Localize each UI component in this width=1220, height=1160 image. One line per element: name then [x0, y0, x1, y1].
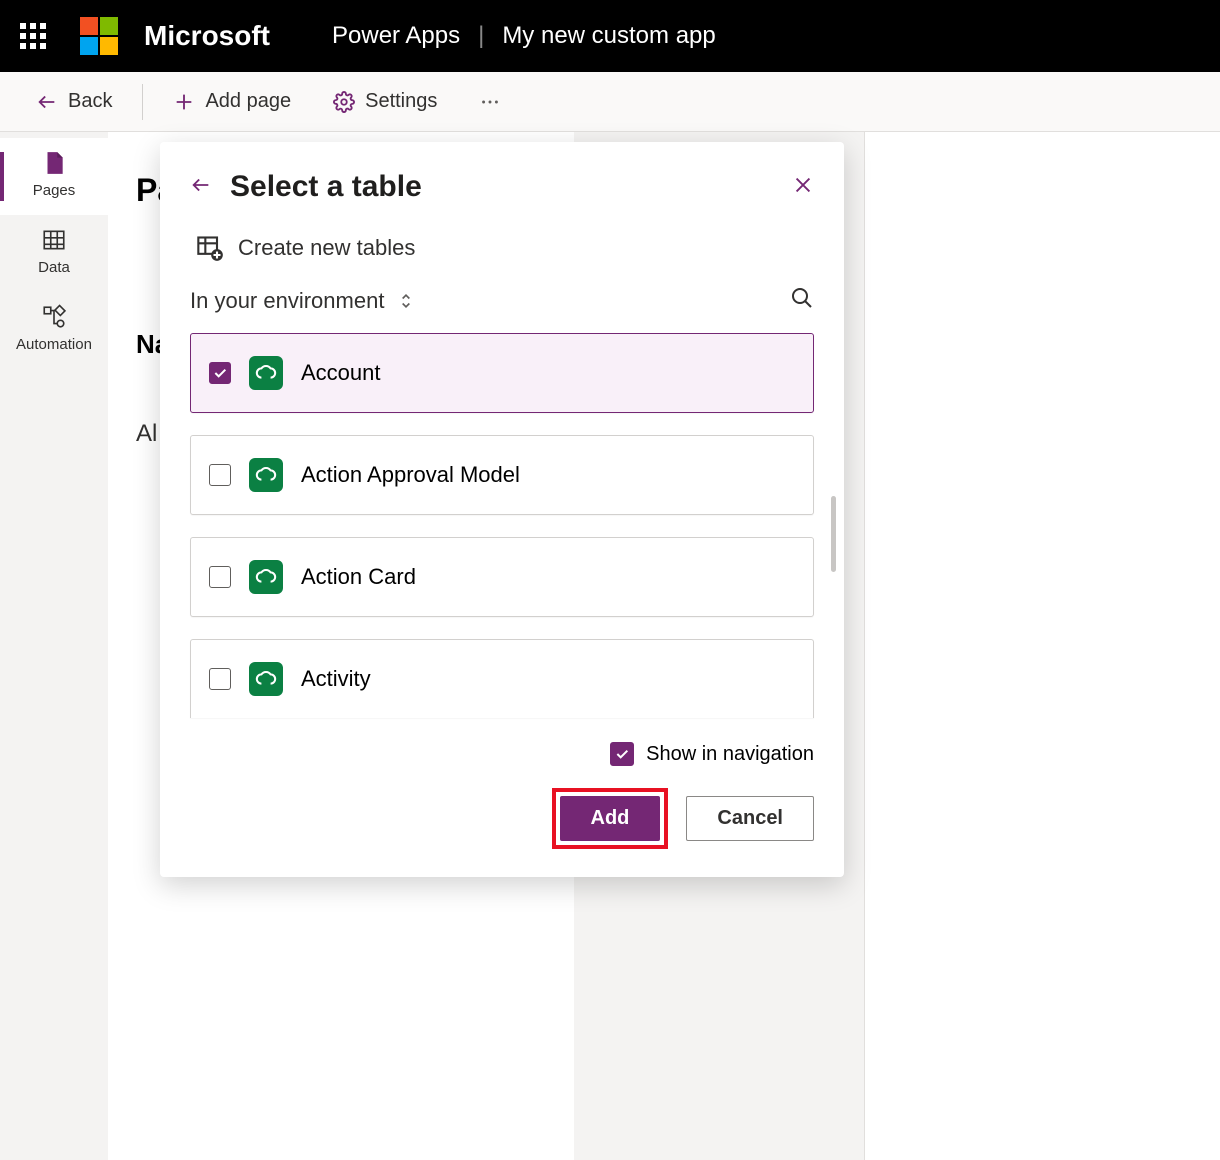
app-context: Power Apps | My new custom app [332, 22, 716, 50]
table-item-label: Action Card [301, 564, 416, 590]
dialog-back-button[interactable] [190, 174, 212, 201]
dialog-close-button[interactable] [792, 174, 814, 201]
back-button[interactable]: Back [20, 82, 128, 121]
table-item-label: Account [301, 360, 381, 386]
plus-icon [173, 91, 195, 113]
left-navigation-rail: Pages Data Automation [0, 132, 108, 369]
close-icon [792, 174, 814, 196]
product-name[interactable]: Power Apps [332, 22, 460, 50]
checkbox-unchecked-icon[interactable] [209, 668, 231, 690]
flow-icon [41, 304, 67, 330]
table-list: Account Action Approval Model Action Car… [190, 333, 814, 718]
arrow-left-icon [190, 174, 212, 196]
select-table-dialog: Select a table Create new tables In your… [160, 142, 844, 877]
add-page-button[interactable]: Add page [157, 82, 307, 121]
dataverse-icon [249, 458, 283, 492]
environment-scope-label: In your environment [190, 288, 384, 314]
arrow-left-icon [36, 91, 58, 113]
gear-icon [333, 91, 355, 113]
table-item-label: Activity [301, 666, 371, 692]
app-launcher-icon[interactable] [20, 23, 46, 49]
search-button[interactable] [790, 286, 814, 315]
cancel-button[interactable]: Cancel [686, 796, 814, 841]
show-in-navigation-label: Show in navigation [646, 743, 814, 766]
table-item-account[interactable]: Account [190, 333, 814, 413]
more-horizontal-icon [479, 91, 501, 113]
dataverse-icon [249, 662, 283, 696]
settings-button[interactable]: Settings [317, 82, 453, 121]
checkbox-checked-icon[interactable] [209, 362, 231, 384]
search-icon [790, 286, 814, 310]
environment-scope-dropdown[interactable]: In your environment [190, 288, 416, 314]
checkbox-unchecked-icon[interactable] [209, 464, 231, 486]
divider-icon: | [478, 22, 484, 50]
microsoft-logo-icon [80, 17, 118, 55]
right-panel [864, 132, 1220, 1160]
rail-item-automation[interactable]: Automation [0, 292, 108, 369]
checkbox-unchecked-icon[interactable] [209, 566, 231, 588]
toolbar-divider [142, 84, 143, 120]
table-plus-icon [196, 234, 224, 262]
back-button-label: Back [68, 90, 112, 113]
rail-automation-label: Automation [16, 336, 92, 353]
create-new-tables-button[interactable]: Create new tables [196, 234, 814, 262]
rail-item-data[interactable]: Data [0, 215, 108, 292]
dataverse-icon [249, 356, 283, 390]
dataverse-icon [249, 560, 283, 594]
more-button[interactable] [463, 83, 517, 121]
table-icon [41, 227, 67, 253]
app-name[interactable]: My new custom app [502, 22, 715, 50]
settings-label: Settings [365, 90, 437, 113]
show-in-navigation-row[interactable]: Show in navigation [190, 742, 814, 766]
global-header: Microsoft Power Apps | My new custom app [0, 0, 1220, 72]
rail-item-pages[interactable]: Pages [0, 138, 108, 215]
add-button[interactable]: Add [560, 796, 661, 841]
table-item-activity[interactable]: Activity [190, 639, 814, 718]
create-new-label: Create new tables [238, 235, 415, 261]
add-button-highlight: Add [552, 788, 669, 849]
checkbox-checked-icon[interactable] [610, 742, 634, 766]
command-toolbar: Back Add page Settings [0, 72, 1220, 132]
rail-pages-label: Pages [33, 182, 76, 199]
brand-text: Microsoft [144, 20, 270, 52]
table-item-action-card[interactable]: Action Card [190, 537, 814, 617]
scrollbar-thumb[interactable] [831, 496, 836, 572]
page-icon [41, 150, 67, 176]
table-item-label: Action Approval Model [301, 462, 520, 488]
dialog-title: Select a table [230, 170, 422, 204]
rail-data-label: Data [38, 259, 70, 276]
add-page-label: Add page [205, 90, 291, 113]
table-item-action-approval-model[interactable]: Action Approval Model [190, 435, 814, 515]
chevron-up-down-icon [396, 291, 416, 311]
